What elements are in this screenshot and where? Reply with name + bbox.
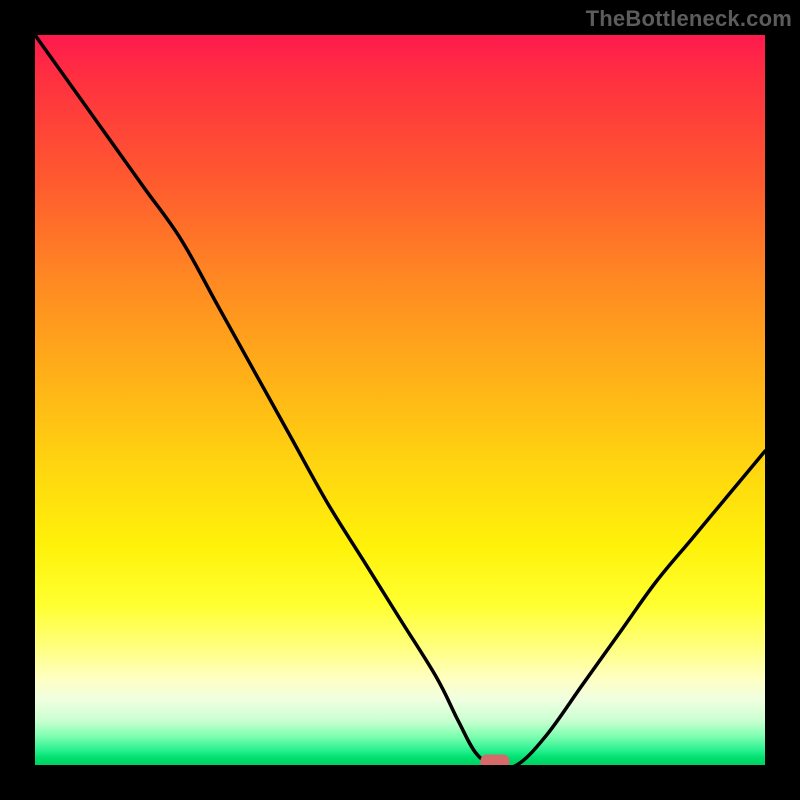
watermark-text: TheBottleneck.com bbox=[586, 6, 792, 32]
bottleneck-curve bbox=[35, 35, 765, 765]
minimum-marker bbox=[481, 755, 509, 765]
plot-area bbox=[35, 35, 765, 765]
chart-frame: TheBottleneck.com bbox=[0, 0, 800, 800]
curve-svg bbox=[35, 35, 765, 765]
